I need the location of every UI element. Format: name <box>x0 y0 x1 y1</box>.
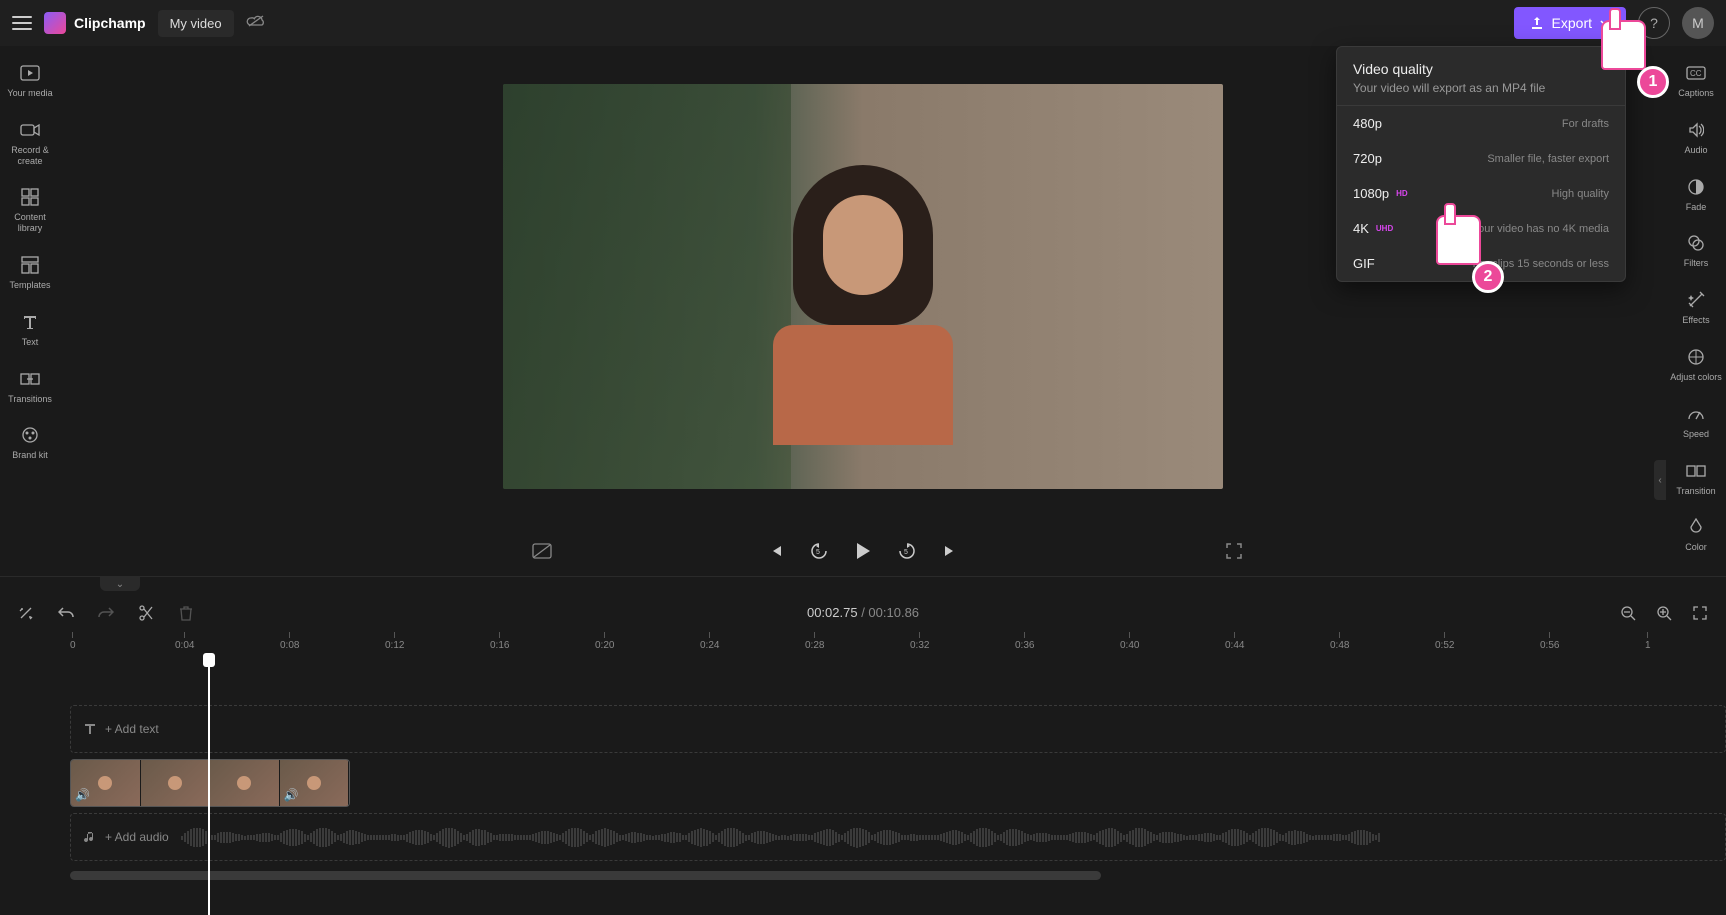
speed-icon <box>1685 403 1707 425</box>
timeline-toolbar: 00:02.75 / 00:10.86 <box>0 594 1726 632</box>
sidebar-item-filters[interactable]: Filters <box>1666 224 1726 277</box>
timeline-ruler[interactable]: 00:040:080:120:160:200:240:280:320:360:4… <box>70 632 1726 655</box>
media-icon <box>19 62 41 84</box>
timeline: ⌄ 00:02.75 / 00:10.86 00:040:080:120:160… <box>0 576 1726 886</box>
sidebar-item-your-media[interactable]: Your media <box>0 54 60 107</box>
help-button[interactable]: ? <box>1638 7 1670 39</box>
redo-button[interactable] <box>96 603 116 623</box>
export-option-1080p[interactable]: 1080pHD High quality <box>1337 176 1625 211</box>
undo-button[interactable] <box>56 603 76 623</box>
export-option-4k[interactable]: 4KUHD Your video has no 4K media <box>1337 211 1625 246</box>
sidebar-item-transition[interactable]: Transition <box>1666 452 1726 505</box>
timeline-scrollbar[interactable] <box>70 871 1656 880</box>
zoom-out-button[interactable] <box>1618 603 1638 623</box>
collapse-timeline-button[interactable]: ⌄ <box>100 577 140 591</box>
export-label: Export <box>1552 15 1592 31</box>
export-dropdown-header: Video quality Your video will export as … <box>1337 47 1625 106</box>
captions-icon: CC <box>1685 62 1707 84</box>
logo-icon <box>44 12 66 34</box>
collapse-right-panel[interactable]: ‹ <box>1654 460 1666 500</box>
app-name: Clipchamp <box>74 15 146 31</box>
brand-icon <box>19 424 41 446</box>
auto-compose-button[interactable] <box>16 603 36 623</box>
logo[interactable]: Clipchamp <box>44 12 146 34</box>
svg-text:5: 5 <box>904 549 908 556</box>
user-avatar[interactable]: M <box>1682 7 1714 39</box>
export-option-480p[interactable]: 480p For drafts <box>1337 106 1625 141</box>
sidebar-item-content-library[interactable]: Content library <box>0 178 60 242</box>
color-icon <box>1685 516 1707 538</box>
topbar: Clipchamp My video Export ? M <box>0 0 1726 46</box>
transition-icon <box>1685 460 1707 482</box>
library-icon <box>19 186 41 208</box>
svg-text:5: 5 <box>816 549 820 556</box>
export-option-gif[interactable]: GIF For clips 15 seconds or less <box>1337 246 1625 281</box>
split-button[interactable] <box>136 603 156 623</box>
sidebar-item-adjust-colors[interactable]: Adjust colors <box>1666 338 1726 391</box>
video-preview[interactable] <box>503 84 1223 489</box>
export-dropdown-title: Video quality <box>1353 61 1609 77</box>
sidebar-item-speed[interactable]: Speed <box>1666 395 1726 448</box>
main-area: Your media Record & create Content libra… <box>0 46 1726 576</box>
playback-time: 00:02.75 / 00:10.86 <box>807 605 919 620</box>
chevron-down-icon <box>1600 20 1610 26</box>
sidebar-item-templates[interactable]: Templates <box>0 246 60 299</box>
video-title-input[interactable]: My video <box>158 10 234 37</box>
playback-controls: 5 5 <box>60 526 1666 576</box>
sidebar-item-audio[interactable]: Audio <box>1666 111 1726 164</box>
delete-button[interactable] <box>176 603 196 623</box>
audio-track[interactable]: + Add audio <box>70 813 1726 861</box>
sidebar-item-transitions[interactable]: Transitions <box>0 360 60 413</box>
forward-5-button[interactable]: 5 <box>895 539 919 563</box>
video-clip[interactable]: 🔊 🔊 <box>70 759 350 807</box>
export-option-720p[interactable]: 720p Smaller file, faster export <box>1337 141 1625 176</box>
sidebar-item-captions[interactable]: CCCaptions <box>1666 54 1726 107</box>
fade-icon <box>1685 176 1707 198</box>
speaker-icon: 🔊 <box>284 788 299 802</box>
effects-icon <box>1685 289 1707 311</box>
video-track[interactable]: 🔊 🔊 <box>70 759 1726 807</box>
sidebar-item-record-create[interactable]: Record & create <box>0 111 60 175</box>
text-icon <box>19 311 41 333</box>
timeline-tracks: + Add text 🔊 🔊 + Add audio <box>70 655 1726 867</box>
sidebar-item-fade[interactable]: Fade <box>1666 168 1726 221</box>
text-track-icon <box>83 722 97 736</box>
menu-button[interactable] <box>12 16 32 30</box>
speaker-icon: 🔊 <box>75 788 90 802</box>
skip-forward-button[interactable] <box>939 539 963 563</box>
skip-back-button[interactable] <box>763 539 787 563</box>
svg-text:CC: CC <box>1690 69 1702 78</box>
left-sidebar: Your media Record & create Content libra… <box>0 46 60 576</box>
upload-icon <box>1530 16 1544 30</box>
camera-icon <box>19 119 41 141</box>
sidebar-item-effects[interactable]: Effects <box>1666 281 1726 334</box>
export-button[interactable]: Export <box>1514 7 1626 39</box>
sidebar-item-text[interactable]: Text <box>0 303 60 356</box>
zoom-fit-button[interactable] <box>1690 603 1710 623</box>
transitions-icon <box>19 368 41 390</box>
audio-track-icon <box>83 830 97 844</box>
export-quality-dropdown: Video quality Your video will export as … <box>1336 46 1626 282</box>
fullscreen-button[interactable] <box>1222 539 1246 563</box>
captions-off-icon[interactable] <box>530 539 554 563</box>
rewind-5-button[interactable]: 5 <box>807 539 831 563</box>
templates-icon <box>19 254 41 276</box>
sidebar-item-brand-kit[interactable]: Brand kit <box>0 416 60 469</box>
sidebar-item-color[interactable]: Color <box>1666 508 1726 561</box>
adjust-icon <box>1685 346 1707 368</box>
waveform <box>181 828 1715 848</box>
sync-status-icon <box>246 14 266 33</box>
play-button[interactable] <box>851 539 875 563</box>
audio-icon <box>1685 119 1707 141</box>
zoom-in-button[interactable] <box>1654 603 1674 623</box>
filters-icon <box>1685 232 1707 254</box>
export-dropdown-subtitle: Your video will export as an MP4 file <box>1353 81 1609 95</box>
right-sidebar: CCCaptions Audio Fade Filters Effects Ad… <box>1666 46 1726 576</box>
playhead[interactable] <box>208 655 210 915</box>
text-track[interactable]: + Add text <box>70 705 1726 753</box>
